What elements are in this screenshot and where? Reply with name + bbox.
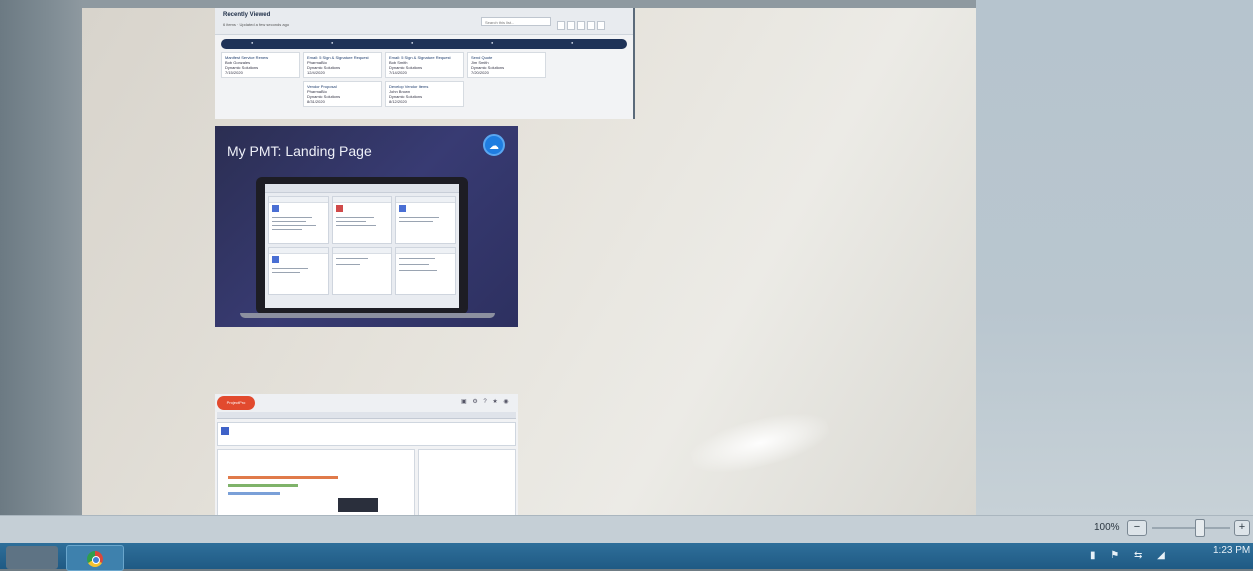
record-page-screenshot: ProjectPro ▣ ⚙ ? ★ ◉ xyxy=(215,394,518,515)
kanban-screenshot: Recently Viewed 6 items · Updated a few … xyxy=(215,8,635,119)
start-button[interactable] xyxy=(6,546,58,569)
system-tray-icons[interactable]: ▮ ⚑ ⇆ ◢ xyxy=(1090,550,1171,561)
slide-title: My PMT: Landing Page xyxy=(227,143,372,159)
laptop-screen xyxy=(265,184,459,308)
app-nav-bar xyxy=(217,412,516,419)
viewer-background xyxy=(976,0,1253,515)
record-header xyxy=(217,422,516,446)
landing-page-slide: My PMT: Landing Page ☁ xyxy=(215,126,518,327)
kanban-column: Email: 5 Sign & Signature Request Bob Sm… xyxy=(385,52,464,110)
kanban-subtitle: 6 items · Updated a few seconds ago xyxy=(223,22,290,27)
kanban-columns: Manifest Service Renew Bob Gonzales Dyna… xyxy=(215,49,633,113)
document-viewer[interactable]: Recently Viewed 6 items · Updated a few … xyxy=(0,0,1253,515)
laptop-image xyxy=(256,177,468,314)
kanban-column: Manifest Service Renew Bob Gonzales Dyna… xyxy=(221,52,300,110)
zoom-slider[interactable] xyxy=(1152,527,1230,529)
kanban-card: Email: 5 Sign & Signature Request Pharma… xyxy=(303,52,382,78)
kanban-title: Recently Viewed xyxy=(223,12,271,18)
laptop-base xyxy=(240,313,495,318)
chrome-icon xyxy=(87,551,103,567)
kanban-card: Manifest Service Renew Bob Gonzales Dyna… xyxy=(221,52,300,78)
taskbar-chrome[interactable] xyxy=(66,545,124,571)
taskbar-clock[interactable]: 1:23 PM xyxy=(1213,545,1250,556)
kanban-card: Develop Vendor Items John Brown Dynamic … xyxy=(385,81,464,107)
kanban-card: Send Quote Jim Smith Dynamic Solutions 7… xyxy=(467,52,546,78)
kanban-search-input: Search this list... xyxy=(481,17,551,26)
zoom-out-button[interactable]: − xyxy=(1127,520,1147,536)
kanban-stage-path: ● ● ● ● ● xyxy=(221,39,627,49)
taskbar: ▮ ⚑ ⇆ ◢ 1:23 PM xyxy=(0,543,1253,571)
kanban-column: Email: 5 Sign & Signature Request Pharma… xyxy=(303,52,382,110)
gantt-panel xyxy=(217,449,415,515)
clock-time: 1:23 PM xyxy=(1213,545,1251,556)
header-icons: ▣ ⚙ ? ★ ◉ xyxy=(461,399,511,405)
cloud-icon: ☁ xyxy=(483,134,505,156)
zoom-in-button[interactable]: + xyxy=(1234,520,1250,536)
kanban-card: Email: 5 Sign & Signature Request Bob Sm… xyxy=(385,52,464,78)
app-logo: ProjectPro xyxy=(217,396,255,410)
related-panel xyxy=(418,449,516,515)
kanban-card: Vendor Proposal PharmaBio Dynamic Soluti… xyxy=(303,81,382,107)
document-page: Recently Viewed 6 items · Updated a few … xyxy=(82,8,976,515)
kanban-column: Send Quote Jim Smith Dynamic Solutions 7… xyxy=(467,52,546,110)
kanban-header: Recently Viewed 6 items · Updated a few … xyxy=(215,8,633,35)
zoom-level: 100% xyxy=(1094,522,1120,533)
kanban-toolbar xyxy=(557,17,607,35)
status-bar: 100% − + xyxy=(0,515,1253,544)
zoom-slider-thumb[interactable] xyxy=(1195,519,1205,537)
